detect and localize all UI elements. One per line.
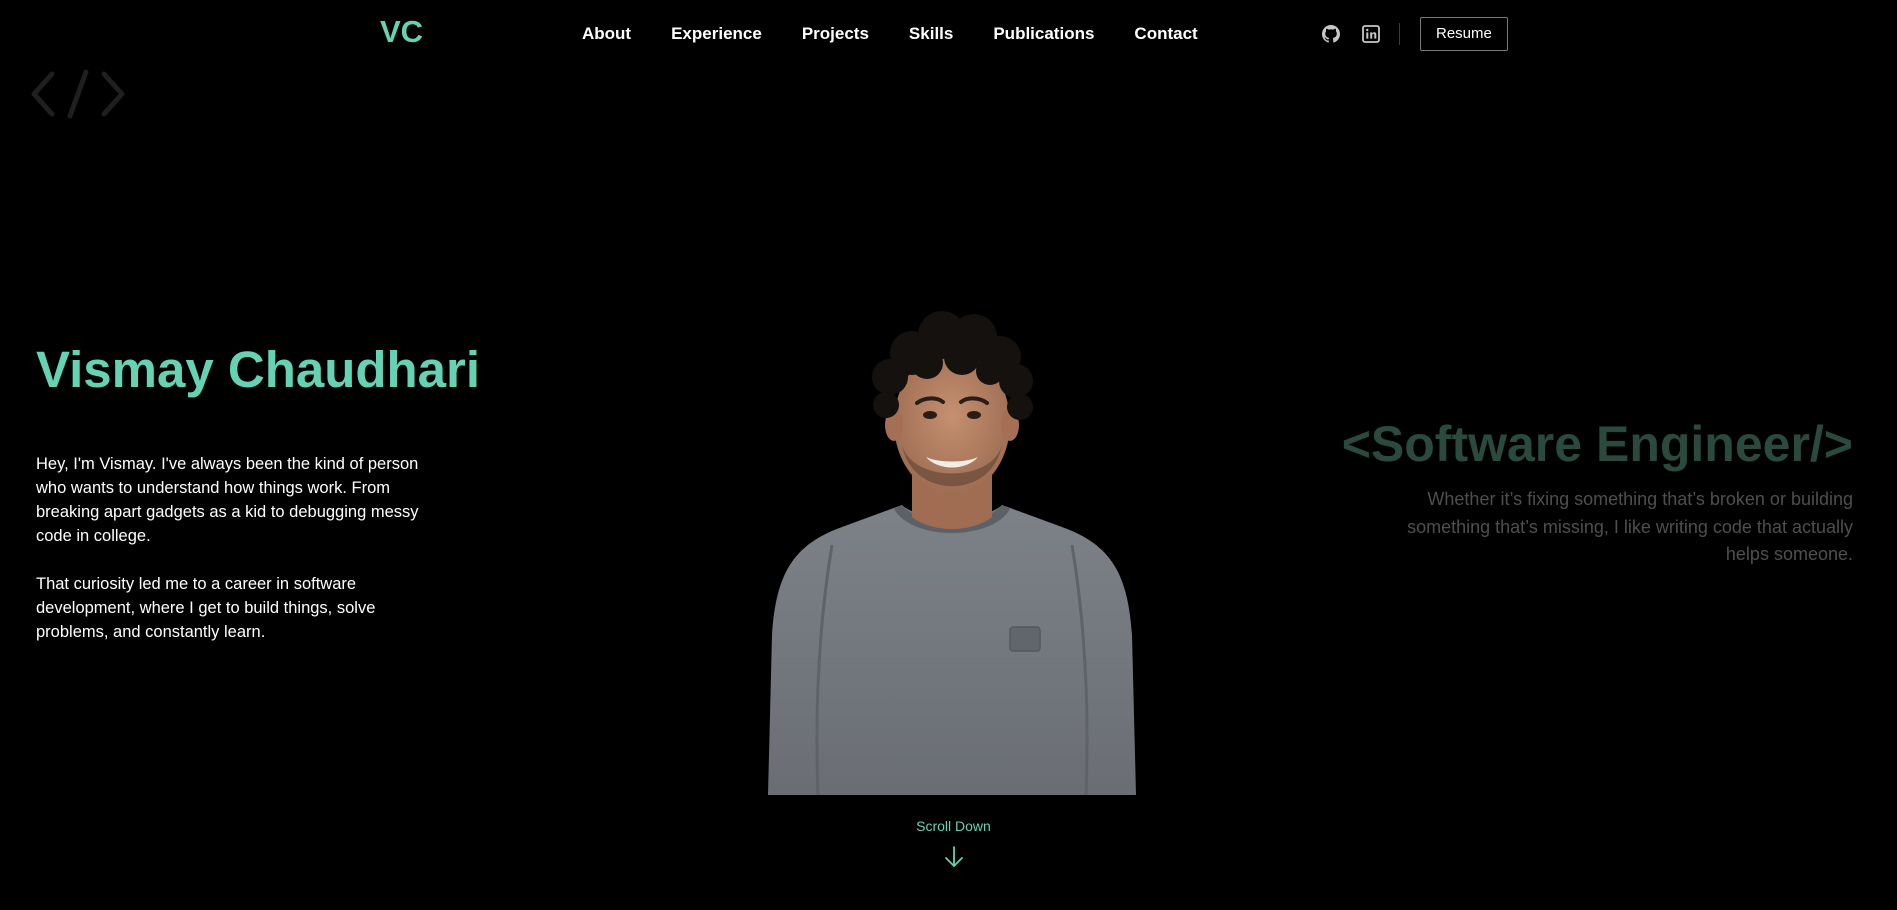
scroll-down-label[interactable]: Scroll Down	[0, 818, 1897, 834]
portfolio-page: VC About Experience Projects Skills Publ…	[0, 0, 1897, 910]
nav-link-contact[interactable]: Contact	[1134, 24, 1197, 44]
nav-link-about[interactable]: About	[582, 24, 631, 44]
linkedin-icon[interactable]	[1359, 22, 1383, 46]
intro-paragraph: That curiosity led me to a career in sof…	[36, 575, 376, 641]
nav-actions: Resume	[1319, 17, 1508, 51]
logo-link[interactable]: VC	[380, 14, 423, 50]
hero-name: Vismay Chaudhari	[36, 341, 481, 398]
role-title: <Software Engineer/>	[1341, 416, 1853, 472]
nav-link-publications[interactable]: Publications	[993, 24, 1094, 44]
arrow-down-icon[interactable]	[943, 845, 965, 874]
role-description: Whether it’s fixing something that’s bro…	[1407, 489, 1853, 564]
resume-button[interactable]: Resume	[1420, 17, 1508, 51]
nav-divider	[1399, 23, 1400, 45]
nav-link-experience[interactable]: Experience	[671, 24, 762, 44]
nav-link-skills[interactable]: Skills	[909, 24, 953, 44]
main-nav: About Experience Projects Skills Publica…	[582, 24, 1198, 44]
nav-link-projects[interactable]: Projects	[802, 24, 869, 44]
github-icon[interactable]	[1319, 22, 1343, 46]
intro-paragraph: Hey, I'm Vismay. I've always been the ki…	[36, 455, 419, 545]
intro-text: Hey, I'm Vismay. I've always been the ki…	[36, 452, 436, 668]
code-brackets-icon	[30, 68, 126, 125]
profile-photo	[762, 305, 1142, 796]
